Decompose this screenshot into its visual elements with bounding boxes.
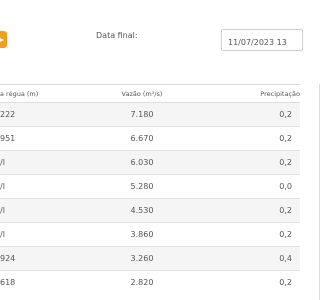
cell-vazao: 3.260 (76, 246, 208, 271)
cell-regua: 618 (0, 270, 76, 294)
cell-precipitacao: 0,2 (208, 102, 300, 127)
cell-precipitacao: 0,0 (208, 174, 300, 199)
cell-precipitacao: 0,2 (208, 270, 300, 294)
cell-vazao: 4.530 (76, 198, 208, 223)
table-row: 951 6.670 0,2 (0, 126, 300, 151)
column-header-precipitacao[interactable]: Precipitação (208, 84, 300, 103)
filter-bar: Data final: 11/07/2023 13 (0, 0, 303, 82)
cell-precipitacao: 0,2 (208, 150, 300, 175)
table-row: /l 4.530 0,2 (0, 198, 300, 223)
cell-vazao: 6.030 (76, 150, 208, 175)
cell-regua: 222 (0, 102, 76, 127)
cell-vazao: 3.860 (76, 222, 208, 247)
cell-regua: 924 (0, 246, 76, 271)
cell-precipitacao: 0,4 (208, 246, 300, 271)
table-row: 618 2.820 0,2 (0, 270, 300, 294)
table-row: /l 6.030 0,2 (0, 150, 300, 175)
cell-precipitacao: 0,2 (208, 222, 300, 247)
cell-regua: /l (0, 222, 76, 247)
cell-vazao: 5.280 (76, 174, 208, 199)
cell-precipitacao: 0,2 (208, 126, 300, 151)
action-button[interactable] (0, 31, 7, 48)
cell-regua: 951 (0, 126, 76, 151)
cell-regua: /l (0, 174, 76, 199)
cell-regua: /l (0, 198, 76, 223)
cell-regua: /l (0, 150, 76, 175)
cell-vazao: 7.180 (76, 102, 208, 127)
table-row: 924 3.260 0,4 (0, 246, 300, 271)
table-header-row: a régua (m) Vazão (m³/s) Precipitação (0, 84, 300, 103)
cell-vazao: 2.820 (76, 270, 208, 294)
table-row: /l 5.280 0,0 (0, 174, 300, 199)
table-row: /l 3.860 0,2 (0, 222, 300, 247)
measurements-table: a régua (m) Vazão (m³/s) Precipitação 22… (0, 84, 300, 294)
date-final-label: Data final: (96, 31, 138, 40)
date-final-input[interactable]: 11/07/2023 13 (221, 29, 303, 51)
column-header-regua[interactable]: a régua (m) (0, 84, 76, 103)
action-icon (0, 37, 4, 42)
column-header-vazao[interactable]: Vazão (m³/s) (76, 84, 208, 103)
cell-precipitacao: 0,2 (208, 198, 300, 223)
cell-vazao: 6.670 (76, 126, 208, 151)
table-row: 222 7.180 0,2 (0, 102, 300, 127)
